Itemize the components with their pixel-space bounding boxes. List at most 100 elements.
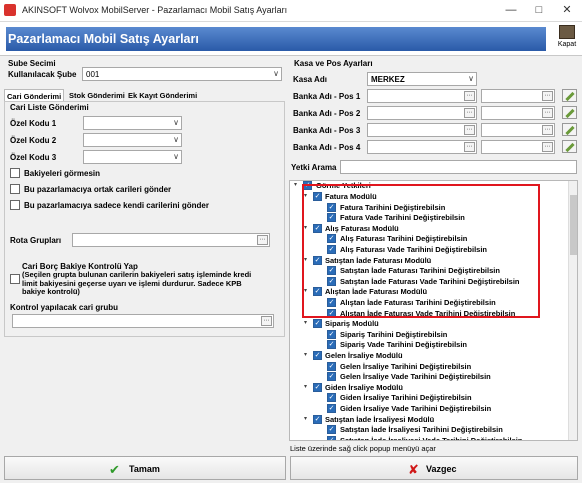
collapse-icon[interactable]: ▾ [304,352,311,359]
collapse-icon[interactable]: ▾ [304,416,311,423]
collapse-icon[interactable]: ▾ [304,384,311,391]
ellipsis-icon[interactable]: ⋯ [464,108,475,118]
checkbox-checked-icon[interactable]: ✓ [313,351,322,360]
ozel-kodu-3-select[interactable]: ∨ [83,150,182,164]
bank-pos-4-input[interactable]: ⋯ [367,140,477,154]
checkbox-checked-icon[interactable]: ✓ [313,414,322,424]
ortak-cariler-checkbox[interactable] [10,184,20,194]
sube-select[interactable]: 001 ∨ [82,67,282,81]
tree-item-label: Satıştan İade İrsaliyesi Vade Tarihini D… [340,435,523,441]
cari-section-title: Cari Liste Gönderimi [10,103,89,112]
checkbox-checked-icon[interactable]: ✓ [327,404,336,413]
minimize-icon[interactable]: — [496,1,526,20]
sube-value: 001 [86,70,100,79]
tree-scrollbar[interactable] [568,181,577,440]
tree-module-label: Giden İrsaliye Modülü [325,382,403,392]
checkbox-checked-icon[interactable]: ✓ [327,393,336,403]
collapse-icon[interactable]: ▾ [304,320,311,327]
chevron-down-icon: ∨ [173,118,179,127]
checkbox-checked-icon[interactable]: ✓ [313,319,322,329]
tree-module-label: Gelen İrsaliye Modülü [325,351,403,360]
rota-label: Rota Grupları [10,236,62,245]
bank-pos-2-input[interactable]: ⋯ [367,106,477,120]
bakiyeleri-gormesin-checkbox[interactable] [10,168,20,178]
edit-pen-icon[interactable] [562,106,577,119]
tree-item-label: Giden İrsaliye Tarihini Değiştirebilsin [340,393,472,403]
bank-pos-3-detail[interactable]: ⋯ [481,123,555,137]
tree-item-label: Giden İrsaliye Vade Tarihini Değiştirebi… [340,404,492,413]
tree-hint: Liste üzerinde sağ click popup menüyü aç… [290,444,436,453]
page-header: Pazarlamacı Mobil Satış Ayarları Kapat [0,22,582,56]
kendi-carileri-label: Bu pazarlamacıya sadece kendi carilerini… [24,201,209,210]
tab-cari-gonderimi[interactable]: Cari Gönderimi [4,89,65,101]
kasa-select[interactable]: MERKEZ ∨ [367,72,477,86]
ozel-kodu-2-select[interactable]: ∨ [83,133,182,147]
tab-stok-gonderimi[interactable]: Stok Gönderimi [67,89,127,101]
ozel-kodu-2-label: Özel Kodu 2 [10,136,57,145]
kasa-value: MERKEZ [371,75,405,84]
kontrol-grup-input[interactable]: ⋯ [12,314,274,328]
door-icon [559,25,575,39]
app-icon [4,4,16,16]
tree-item-label: Gelen İrsaliye Vade Tarihini Değiştirebi… [340,372,491,382]
ozel-kodu-3-label: Özel Kodu 3 [10,153,57,162]
page-title: Pazarlamacı Mobil Satış Ayarları [6,27,546,51]
checkbox-checked-icon[interactable]: ✓ [327,425,336,435]
bakiyeleri-gormesin-label: Bakiyeleri görmesin [24,169,101,178]
window-title: AKINSOFT Wolvox MobilServer - Pazarlamac… [22,5,288,15]
ozel-kodu-1-label: Özel Kodu 1 [10,119,57,128]
bank-pos-4-detail[interactable]: ⋯ [481,140,555,154]
close-button-label: Kapat [557,41,577,48]
ellipsis-icon[interactable]: ⋯ [542,91,553,101]
rota-input[interactable]: ⋯ [72,233,270,247]
ellipsis-icon[interactable]: ⋯ [542,142,553,152]
edit-pen-icon[interactable] [562,123,577,136]
yetki-arama-input[interactable] [340,160,577,174]
bank-pos-4-label: Banka Adı - Pos 4 [293,143,361,152]
tab-ek-kayit-gonderimi[interactable]: Ek Kayıt Gönderimi [126,89,199,101]
borc-kontrol-checkbox[interactable] [10,274,20,284]
close-button[interactable]: Kapat [555,24,579,54]
ellipsis-icon[interactable]: ⋯ [542,125,553,135]
bank-pos-1-label: Banka Adı - Pos 1 [293,92,361,101]
sube-section-title: Sube Secimi [8,59,56,68]
checkbox-checked-icon[interactable]: ✓ [327,340,336,350]
collapse-icon[interactable]: ▾ [294,182,301,189]
bank-pos-3-label: Banka Adı - Pos 3 [293,126,361,135]
cancel-button[interactable]: ✘ Vazgec [290,456,578,480]
ellipsis-icon[interactable]: ⋯ [542,108,553,118]
edit-pen-icon[interactable] [562,140,577,153]
bank-pos-2-detail[interactable]: ⋯ [481,106,555,120]
edit-pen-icon[interactable] [562,89,577,102]
ozel-kodu-1-select[interactable]: ∨ [83,116,182,130]
bank-pos-2-label: Banka Adı - Pos 2 [293,109,361,118]
tree-item-label: Sipariş Vade Tarihini Değiştirebilsin [340,340,467,350]
checkbox-checked-icon[interactable]: ✓ [327,435,336,440]
maximize-icon[interactable]: □ [524,1,554,20]
ellipsis-icon[interactable]: ⋯ [464,125,475,135]
kontrol-grup-label: Kontrol yapılacak cari grubu [10,303,119,312]
ok-button[interactable]: ✔ Tamam [4,456,286,480]
kasa-label: Kasa Adı [293,75,327,84]
bank-pos-1-detail[interactable]: ⋯ [481,89,555,103]
kendi-carileri-checkbox[interactable] [10,200,20,210]
x-icon: ✘ [408,462,419,477]
close-icon[interactable]: ✕ [552,1,582,20]
ellipsis-icon[interactable]: ⋯ [464,142,475,152]
ellipsis-icon[interactable]: ⋯ [464,91,475,101]
bank-pos-3-input[interactable]: ⋯ [367,123,477,137]
bank-pos-1-input[interactable]: ⋯ [367,89,477,103]
checkbox-checked-icon[interactable]: ✓ [327,361,336,371]
checkbox-checked-icon[interactable]: ✓ [327,329,336,339]
ellipsis-icon[interactable]: ⋯ [261,316,272,326]
borc-kontrol-desc: (Seçilen grupta bulunan carilerin bakiye… [22,270,252,296]
tree-module-label: Satıştan İade İrsaliyesi Modülü [325,414,435,424]
highlight-box [302,184,540,318]
checkbox-checked-icon[interactable]: ✓ [327,372,336,382]
yetki-arama-label: Yetki Arama [291,163,337,172]
chevron-down-icon: ∨ [173,135,179,144]
checkbox-checked-icon[interactable]: ✓ [313,382,322,392]
ellipsis-icon[interactable]: ⋯ [257,235,268,245]
scrollbar-thumb[interactable] [570,195,577,255]
cancel-button-label: Vazgec [426,464,457,474]
